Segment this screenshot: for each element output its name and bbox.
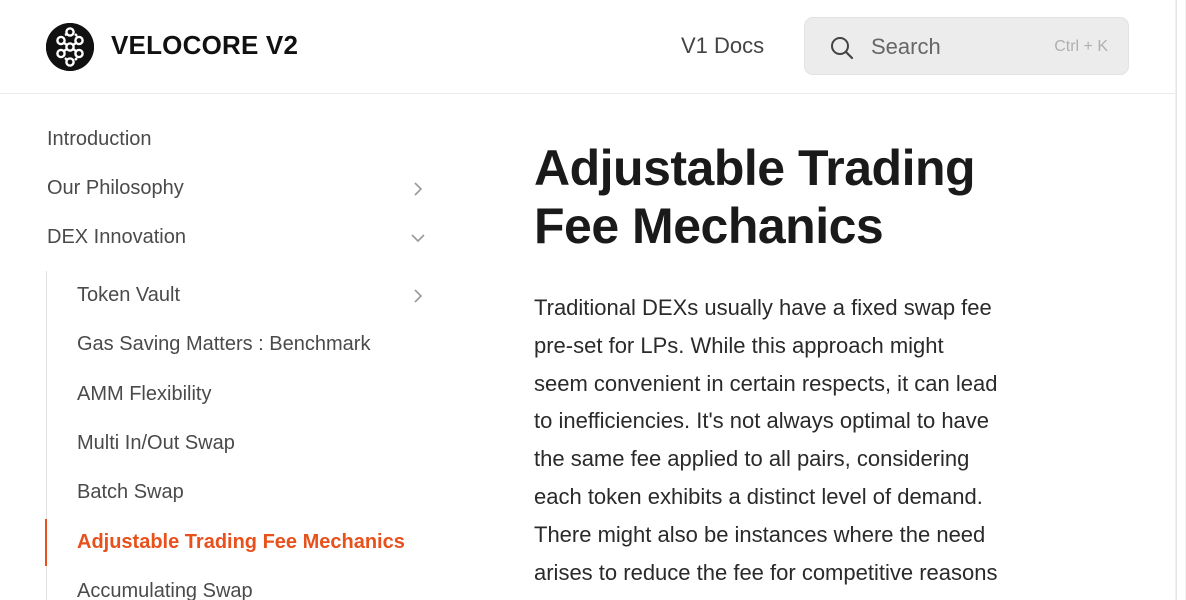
search-icon: [831, 37, 854, 60]
sidebar-item-our-philosophy[interactable]: Our Philosophy: [47, 177, 184, 200]
v1-docs-link[interactable]: V1 Docs: [681, 33, 764, 59]
sidebar-subitem-gas-saving[interactable]: Gas Saving Matters : Benchmark: [77, 333, 370, 356]
top-header: VELOCORE V2 V1 Docs Search Ctrl + K: [0, 0, 1175, 94]
brand-name[interactable]: VELOCORE V2: [111, 30, 298, 61]
search-shortcut-hint: Ctrl + K: [1054, 38, 1108, 55]
page-title-line: Fee Mechanics: [534, 198, 884, 254]
chevron-right-icon[interactable]: [409, 180, 427, 198]
active-indicator: [45, 519, 47, 566]
sidebar: Introduction Our Philosophy DEX Innovati…: [0, 95, 460, 600]
scrollbar-thumb[interactable]: [1176, 0, 1185, 600]
logo[interactable]: [46, 23, 94, 71]
sidebar-subitem-accumulating-swap[interactable]: Accumulating Swap: [77, 580, 253, 600]
sidebar-subitem-adjustable-fee[interactable]: Adjustable Trading Fee Mechanics: [77, 531, 405, 554]
sidebar-item-introduction[interactable]: Introduction: [47, 128, 152, 151]
sidebar-subitem-token-vault[interactable]: Token Vault: [77, 284, 180, 307]
search-placeholder: Search: [871, 34, 941, 59]
paragraph-line: each token exhibits a distinct level of …: [534, 483, 983, 509]
paragraph-line: seem convenient in certain respects, it …: [534, 370, 998, 396]
page-title-line: Adjustable Trading: [534, 140, 976, 196]
chevron-down-icon[interactable]: [409, 229, 427, 247]
paragraph: Traditional DEXs usually have a fixed sw…: [534, 289, 1064, 591]
sidebar-item-dex-innovation[interactable]: DEX Innovation: [47, 226, 186, 249]
paragraph-line: the same fee applied to all pairs, consi…: [534, 446, 970, 472]
sidebar-subitem-batch-swap[interactable]: Batch Swap: [77, 481, 184, 504]
paragraph-line: Traditional DEXs usually have a fixed sw…: [534, 295, 992, 320]
logo-mark-icon: [46, 23, 94, 71]
paragraph-line: arises to reduce the fee for competitive…: [534, 559, 998, 585]
search-box[interactable]: Search Ctrl + K: [804, 17, 1129, 75]
page-title: Adjustable Trading Fee Mechanics: [534, 139, 1094, 255]
sidebar-subitem-amm-flexibility[interactable]: AMM Flexibility: [77, 383, 211, 406]
paragraph-line: There might also be instances where the …: [534, 521, 986, 547]
sidebar-subitem-multi-in-out-swap[interactable]: Multi In/Out Swap: [77, 432, 235, 455]
chevron-right-icon[interactable]: [409, 287, 427, 305]
paragraph-line: to inefficiencies. It's not always optim…: [534, 408, 990, 434]
paragraph-line: pre-set for LPs. While this approach mig…: [534, 332, 944, 358]
